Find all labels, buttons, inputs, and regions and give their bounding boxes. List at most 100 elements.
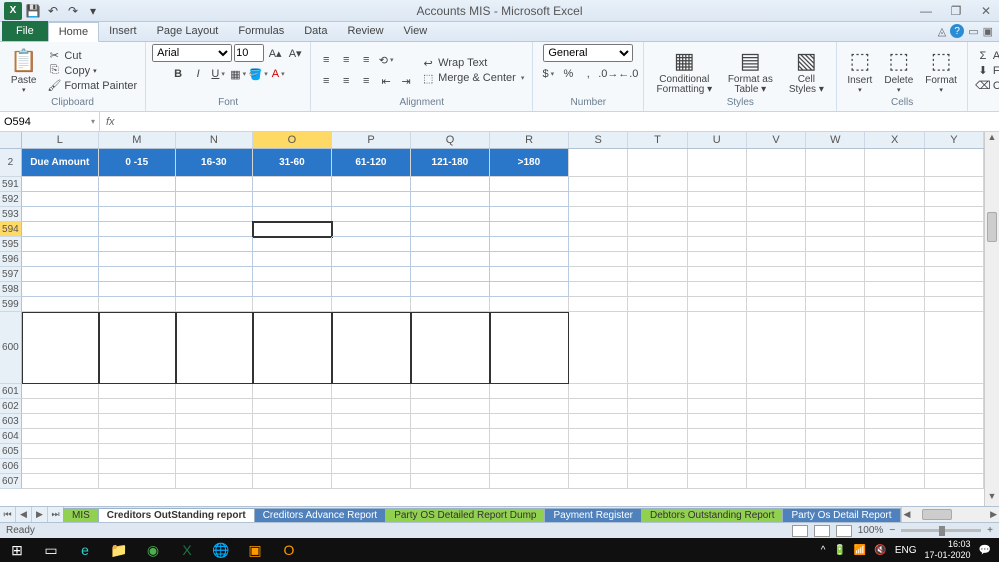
- cell[interactable]: [22, 399, 99, 414]
- cell[interactable]: >180: [490, 149, 569, 177]
- cell[interactable]: [490, 252, 569, 267]
- percent-format-icon[interactable]: %: [559, 65, 577, 83]
- cell[interactable]: [688, 384, 747, 399]
- row-header[interactable]: 605: [0, 444, 22, 459]
- data-tab[interactable]: Data: [294, 21, 337, 41]
- cell[interactable]: [925, 312, 984, 384]
- column-header[interactable]: P: [332, 132, 411, 148]
- cell[interactable]: [253, 192, 332, 207]
- wifi-icon[interactable]: 📶: [854, 545, 866, 556]
- zoom-in-icon[interactable]: +: [987, 525, 993, 536]
- cell[interactable]: [569, 429, 628, 444]
- cell[interactable]: [688, 222, 747, 237]
- column-header[interactable]: U: [688, 132, 747, 148]
- cell[interactable]: [22, 252, 99, 267]
- cell[interactable]: [490, 384, 569, 399]
- cell[interactable]: [569, 444, 628, 459]
- cell[interactable]: [253, 252, 332, 267]
- cell[interactable]: [253, 384, 332, 399]
- sheet-tab[interactable]: Creditors Advance Report: [254, 508, 387, 522]
- paste-button[interactable]: 📋 Paste▾: [6, 47, 41, 94]
- column-header[interactable]: Y: [925, 132, 984, 148]
- cell[interactable]: [176, 237, 253, 252]
- cell[interactable]: [628, 459, 687, 474]
- page-break-view-icon[interactable]: [836, 525, 852, 537]
- cell[interactable]: [628, 297, 687, 312]
- column-header[interactable]: X: [865, 132, 924, 148]
- cell[interactable]: 61-120: [332, 149, 411, 177]
- cell[interactable]: [806, 384, 865, 399]
- row-header[interactable]: 601: [0, 384, 22, 399]
- ribbon-option-icon-2[interactable]: ▣: [983, 25, 993, 38]
- cell[interactable]: [22, 384, 99, 399]
- first-sheet-icon[interactable]: ⏮: [0, 507, 16, 523]
- cell[interactable]: [806, 267, 865, 282]
- cell[interactable]: [411, 207, 490, 222]
- cell[interactable]: [22, 282, 99, 297]
- column-header[interactable]: R: [490, 132, 569, 148]
- row-header[interactable]: 593: [0, 207, 22, 222]
- cell[interactable]: [865, 297, 924, 312]
- prev-sheet-icon[interactable]: ◀: [16, 507, 32, 523]
- cell[interactable]: [865, 222, 924, 237]
- cell[interactable]: [176, 192, 253, 207]
- cell[interactable]: [688, 312, 747, 384]
- cell[interactable]: [628, 267, 687, 282]
- cell[interactable]: [176, 267, 253, 282]
- row-header[interactable]: 596: [0, 252, 22, 267]
- cell[interactable]: [22, 444, 99, 459]
- cell[interactable]: [569, 252, 628, 267]
- cell[interactable]: [806, 444, 865, 459]
- cell[interactable]: [22, 414, 99, 429]
- cell[interactable]: [747, 444, 806, 459]
- cell[interactable]: [628, 312, 687, 384]
- view-tab[interactable]: View: [394, 21, 438, 41]
- align-left-icon[interactable]: ≡: [317, 72, 335, 90]
- home-tab[interactable]: Home: [48, 22, 99, 42]
- cell[interactable]: [925, 444, 984, 459]
- cell[interactable]: [569, 192, 628, 207]
- cell[interactable]: [569, 399, 628, 414]
- next-sheet-icon[interactable]: ▶: [32, 507, 48, 523]
- cell[interactable]: [925, 237, 984, 252]
- cell[interactable]: [22, 267, 99, 282]
- align-bottom-icon[interactable]: ≡: [357, 51, 375, 69]
- cell[interactable]: [688, 399, 747, 414]
- cell[interactable]: [806, 252, 865, 267]
- cell[interactable]: [688, 207, 747, 222]
- clock[interactable]: 16:03 17-01-2020: [925, 539, 971, 561]
- cell[interactable]: [411, 297, 490, 312]
- cell[interactable]: [411, 177, 490, 192]
- app-icon-1[interactable]: ▣: [238, 538, 272, 562]
- cell[interactable]: [925, 459, 984, 474]
- cell[interactable]: [865, 459, 924, 474]
- cell[interactable]: [99, 384, 176, 399]
- cell[interactable]: [99, 399, 176, 414]
- align-middle-icon[interactable]: ≡: [337, 51, 355, 69]
- file-tab[interactable]: File: [2, 21, 48, 41]
- cell[interactable]: [490, 222, 569, 237]
- cell[interactable]: [332, 237, 411, 252]
- cell[interactable]: [332, 207, 411, 222]
- cell[interactable]: [865, 384, 924, 399]
- number-format-select[interactable]: General: [543, 44, 633, 62]
- cell[interactable]: [806, 474, 865, 489]
- font-name-select[interactable]: Arial: [152, 44, 232, 62]
- name-box[interactable]: O594▾: [0, 112, 100, 131]
- cell[interactable]: [747, 429, 806, 444]
- cell[interactable]: [806, 222, 865, 237]
- cell[interactable]: [865, 149, 924, 177]
- cell[interactable]: [490, 177, 569, 192]
- cell[interactable]: [806, 414, 865, 429]
- cell[interactable]: [332, 177, 411, 192]
- close-button[interactable]: ✕: [977, 4, 995, 18]
- cell[interactable]: [253, 297, 332, 312]
- align-right-icon[interactable]: ≡: [357, 72, 375, 90]
- accounting-format-icon[interactable]: $: [539, 65, 557, 83]
- sheet-tab[interactable]: Debtors Outstanding Report: [641, 508, 784, 522]
- cell[interactable]: [747, 192, 806, 207]
- cell[interactable]: [747, 237, 806, 252]
- cell[interactable]: [628, 177, 687, 192]
- cell[interactable]: [747, 282, 806, 297]
- vertical-scrollbar[interactable]: ▲ ▼: [984, 132, 999, 506]
